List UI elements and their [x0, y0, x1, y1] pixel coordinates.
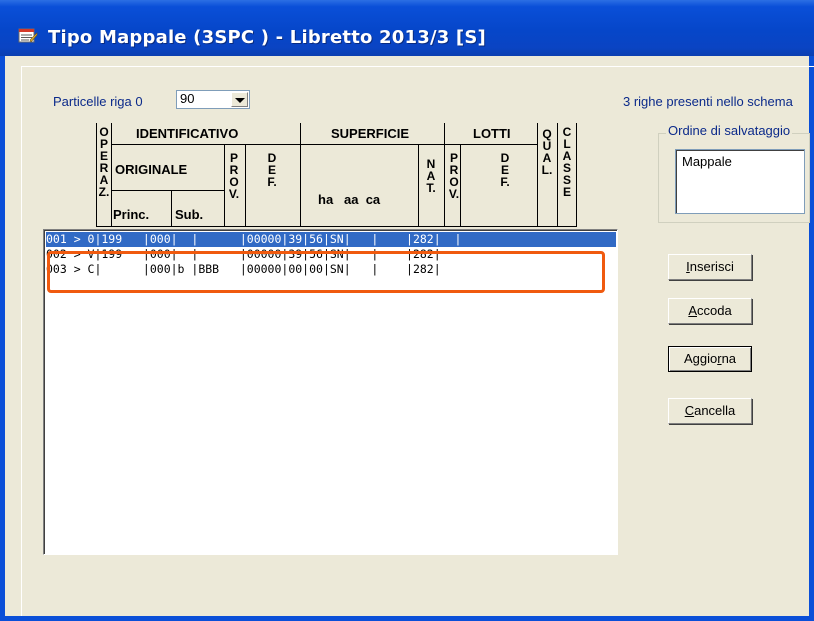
header-classe: CLASSE	[562, 125, 572, 199]
particelle-combo[interactable]: 90	[176, 90, 250, 109]
header-lotti: LOTTI	[473, 126, 511, 141]
header-operaz: OPERAZ.	[98, 125, 110, 199]
header-sub: Sub.	[175, 207, 204, 222]
rows-count-status: 3 righe presenti nello schema	[623, 94, 793, 109]
form-icon	[18, 28, 38, 43]
particelle-combo-value: 90	[180, 91, 195, 106]
header-superficie: SUPERFICIE	[331, 126, 410, 141]
aggiorna-button[interactable]: Aggiorna	[668, 346, 752, 372]
header-princ: Princ.	[113, 207, 150, 222]
ordine-title: Ordine di salvataggio	[666, 123, 793, 138]
header-identificativo: IDENTIFICATIVO	[136, 126, 239, 141]
ordine-memo-text: Mappale	[682, 154, 732, 169]
highlight-annotation	[47, 251, 605, 293]
header-ha-aa-ca: ha aa ca	[318, 192, 381, 207]
header-lotti-def: DEF.	[500, 151, 510, 189]
header-lotti-prov: PROV.	[448, 151, 460, 201]
window-frame-bottom	[0, 616, 814, 621]
chevron-down-icon	[235, 98, 245, 103]
ordine-memo[interactable]: Mappale	[675, 149, 805, 214]
header-qual: QUAL.	[541, 127, 553, 177]
list-item[interactable]: 001 > 0|199 |000| | |00000|39|56|SN| | |…	[46, 232, 616, 247]
header-def: DEF.	[267, 151, 277, 189]
header-originale: ORIGINALE	[115, 162, 188, 177]
header-prov: PROV.	[228, 151, 240, 201]
combo-dropdown-button[interactable]	[231, 92, 248, 107]
particelle-label: Particelle riga 0	[53, 94, 143, 109]
cancella-button[interactable]: Cancella	[668, 398, 752, 424]
accoda-button[interactable]: Accoda	[668, 298, 752, 324]
window-frame-left	[0, 56, 5, 621]
window-title: Tipo Mappale (3SPC ) - Libretto 2013/3 […	[48, 27, 486, 48]
header-nat: NAT.	[426, 157, 436, 195]
inserisci-button[interactable]: Inserisci	[668, 254, 752, 280]
